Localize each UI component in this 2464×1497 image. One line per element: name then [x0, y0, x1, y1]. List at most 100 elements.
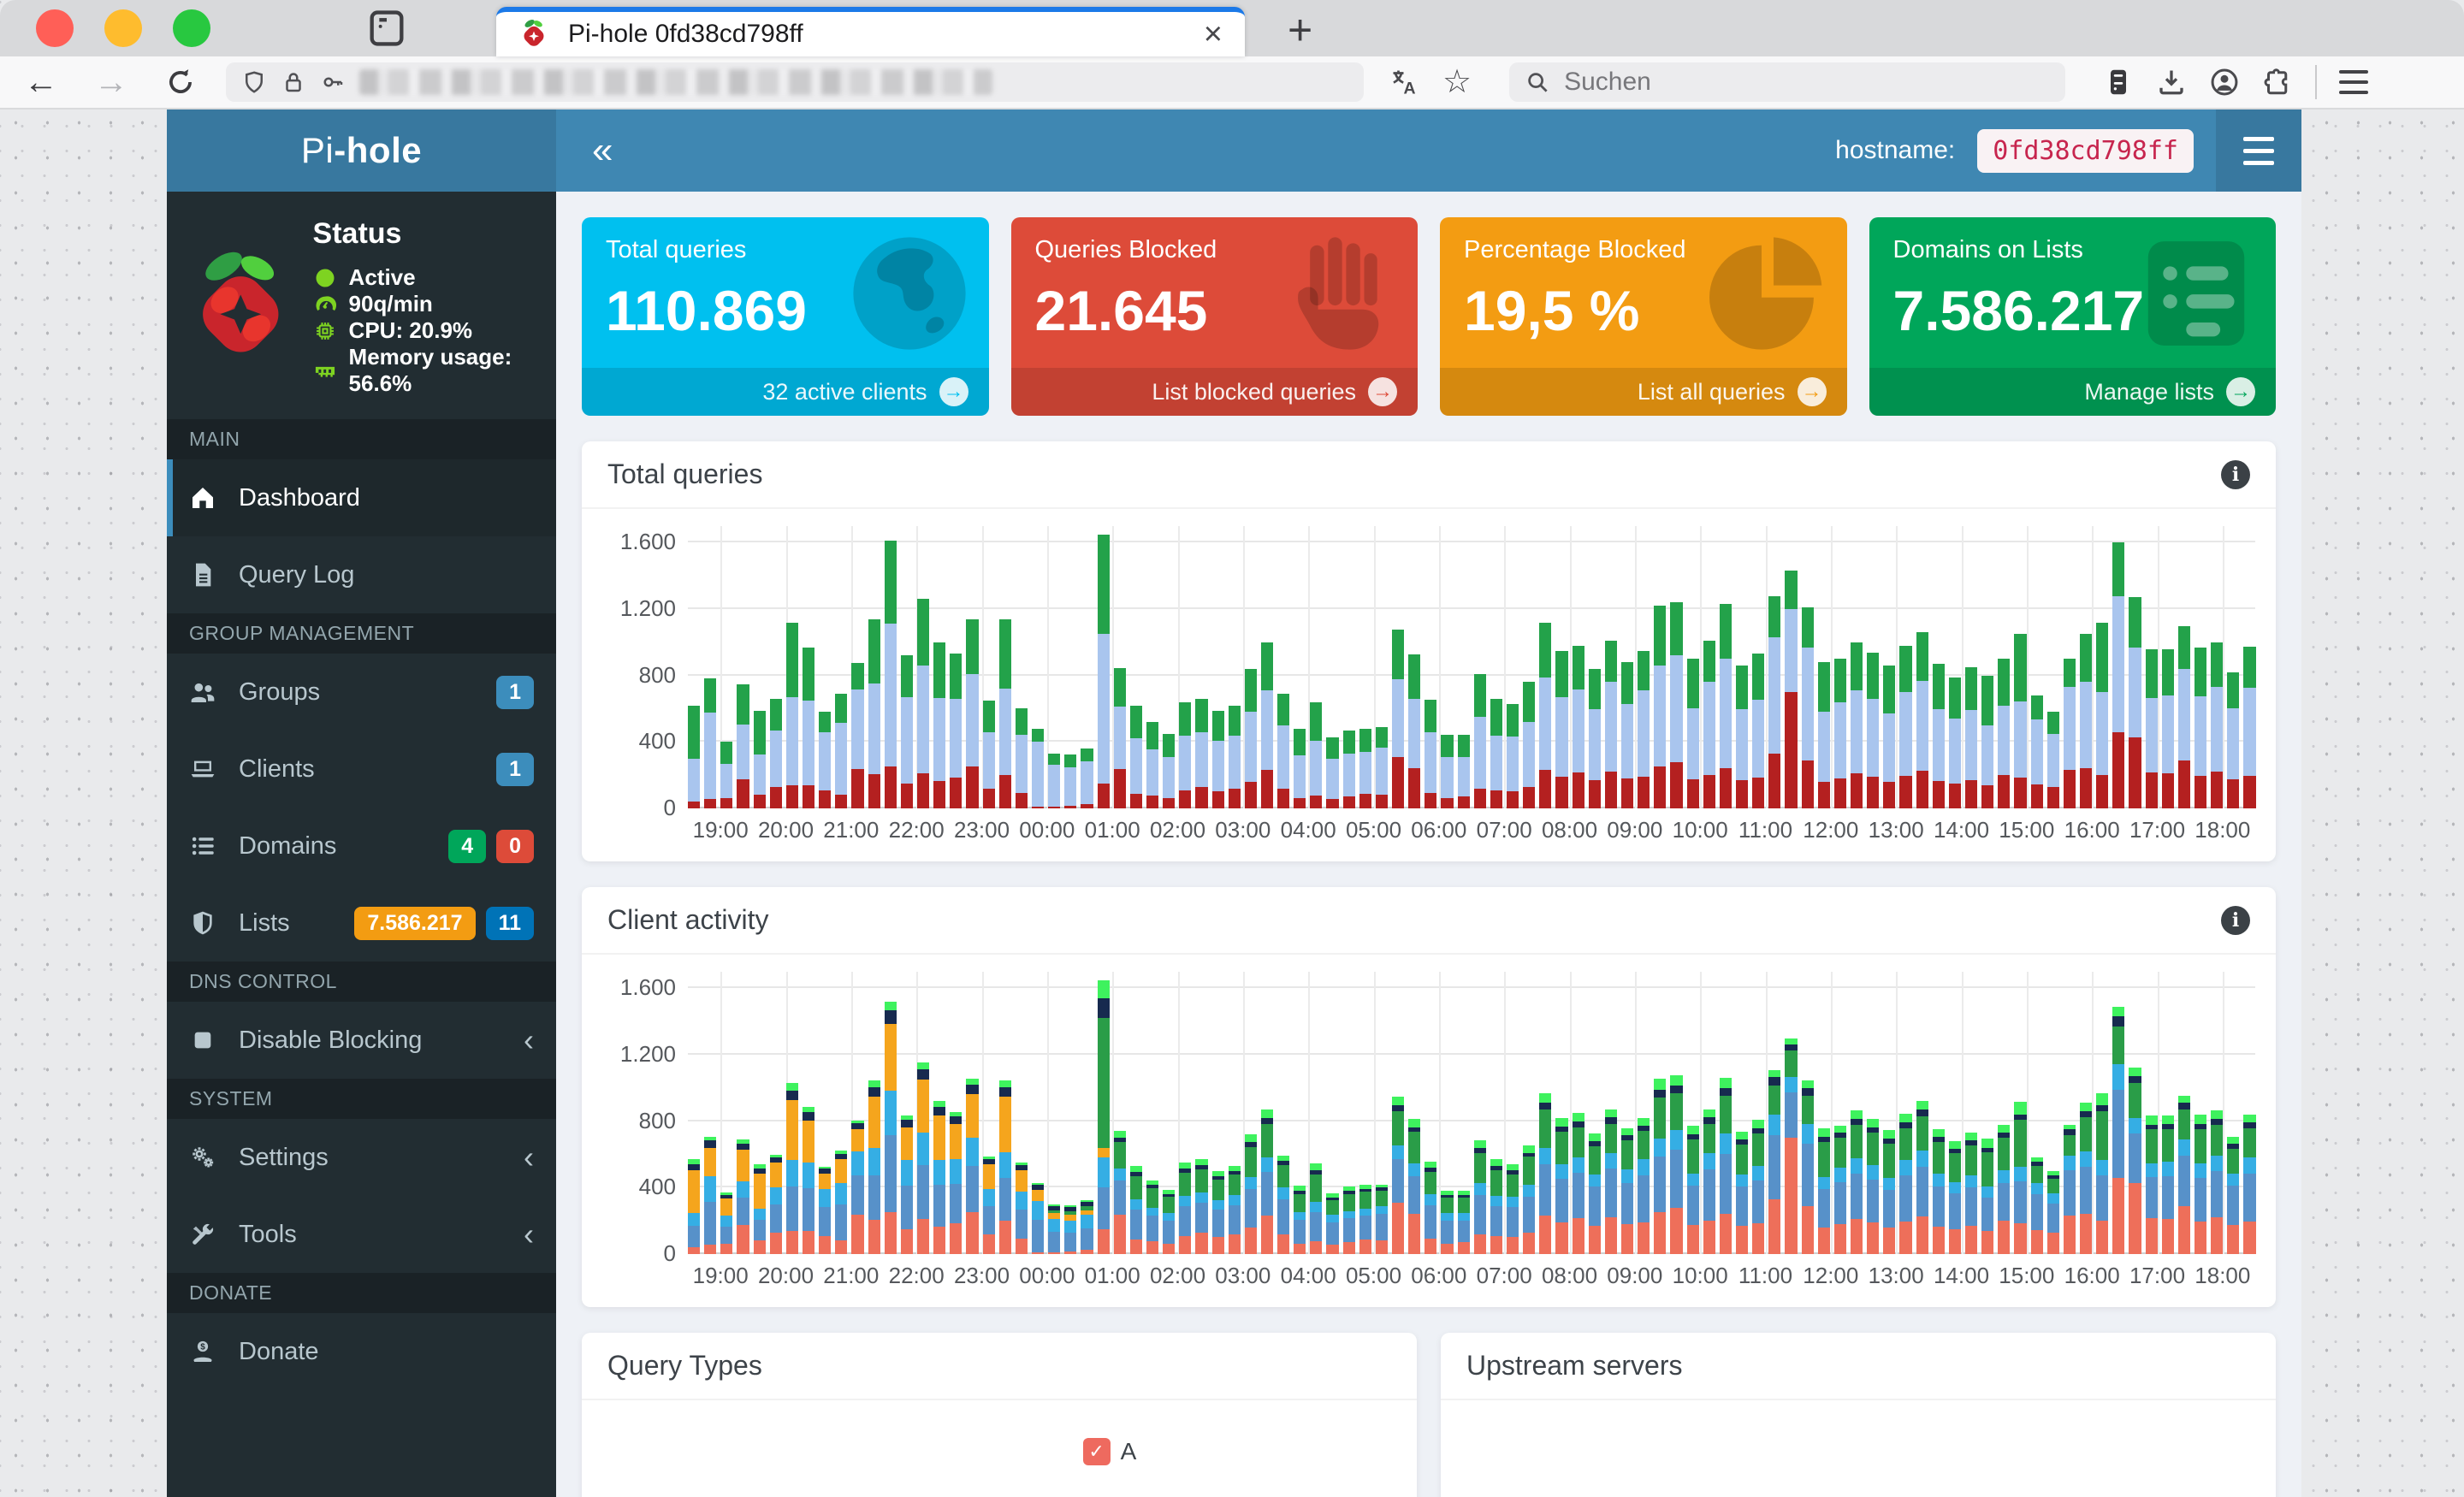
- card-percentage-blocked: Percentage Blocked 19,5 % List all queries…: [1440, 217, 1847, 416]
- sidebar-item-clients[interactable]: Clients 1: [167, 731, 556, 808]
- status-item: Active: [313, 264, 536, 291]
- chart-bar: [835, 1150, 848, 1254]
- reload-icon[interactable]: [164, 66, 197, 98]
- lock-icon[interactable]: [281, 69, 306, 95]
- status-item: 90q/min: [313, 291, 536, 317]
- sidebar-item-groups[interactable]: Groups 1: [167, 654, 556, 731]
- hand-icon: [1274, 229, 1402, 358]
- chart-bar: [1768, 1069, 1781, 1254]
- x-tick-label: 23:00: [953, 1263, 1010, 1288]
- sidebar-item-lists[interactable]: Lists 7.586.217 11: [167, 885, 556, 962]
- chart-bar: [2096, 622, 2109, 808]
- y-tick-label: 0: [663, 795, 676, 820]
- app-menu-icon[interactable]: [2216, 109, 2301, 192]
- sidebar-item-label: Dashboard: [239, 483, 360, 512]
- extensions-icon[interactable]: [2262, 67, 2293, 98]
- chart-bar: [1359, 1185, 1371, 1254]
- legend-item-A[interactable]: ✓ A: [1082, 1438, 1136, 1465]
- chart-bar: [1964, 667, 1978, 808]
- sidebar-item-label: Domains: [239, 831, 337, 860]
- info-icon[interactable]: i: [2221, 459, 2250, 489]
- shield-icon: [189, 909, 216, 937]
- chart-bar: [1359, 728, 1371, 808]
- new-tab-button[interactable]: +: [1288, 5, 1312, 55]
- pihole-favicon: [524, 20, 544, 46]
- chart-bar: [1883, 1130, 1896, 1254]
- x-tick-label: 11:00: [1738, 1263, 1793, 1288]
- chart-bar: [1260, 1109, 1274, 1254]
- chart-bar: [1948, 1141, 1961, 1254]
- chart-bar: [802, 1107, 815, 1254]
- x-tick-label: 13:00: [1868, 817, 1924, 843]
- chart-bar: [950, 1112, 962, 1254]
- brand-bold: -hole: [334, 130, 423, 170]
- chart-bar: [1310, 701, 1323, 808]
- chart-bar: [1342, 730, 1355, 808]
- panel-title: Client activity: [607, 904, 769, 935]
- sidebar-item-query-log[interactable]: Query Log: [167, 536, 556, 613]
- card-footer-link[interactable]: Manage lists →: [1869, 368, 2276, 416]
- legend-checkbox-icon[interactable]: ✓: [1082, 1438, 1111, 1465]
- sidebar-item-disable-blocking[interactable]: Disable Blocking ‹: [167, 1002, 556, 1079]
- browser-toolbar: ← → A ☆: [0, 56, 2464, 109]
- account-icon[interactable]: [2209, 67, 2240, 98]
- back-button[interactable]: ←: [24, 65, 58, 99]
- firefox-view-icon[interactable]: [364, 6, 409, 50]
- card-footer-link[interactable]: List all queries →: [1440, 368, 1847, 416]
- fullscreen-window-button[interactable]: [173, 9, 210, 47]
- search-input[interactable]: [1562, 67, 2011, 98]
- sidebar-item-donate[interactable]: $ Donate: [167, 1313, 556, 1390]
- card-footer-link[interactable]: List blocked queries →: [1010, 368, 1418, 416]
- forward-button[interactable]: →: [94, 65, 128, 99]
- chart-bar: [2079, 634, 2093, 808]
- minimize-window-button[interactable]: [104, 9, 142, 47]
- chart-bar: [1686, 659, 1699, 808]
- sidebar-section-header: MAIN: [167, 419, 556, 459]
- chart-bar: [1129, 1166, 1142, 1254]
- chevron-left-icon: ‹: [524, 1216, 534, 1251]
- sidebar-item-domains[interactable]: Domains 4 0: [167, 808, 556, 885]
- translate-icon[interactable]: A: [1389, 67, 1420, 98]
- chart-bar: [1294, 1186, 1306, 1254]
- chart-bar: [1638, 1117, 1650, 1254]
- sidebar-badges: 40: [448, 829, 534, 863]
- x-tick-label: 19:00: [692, 817, 749, 843]
- pie-icon: [1703, 229, 1832, 358]
- key-icon[interactable]: [320, 69, 346, 95]
- card-footer-link[interactable]: 32 active clients →: [582, 368, 989, 416]
- close-window-button[interactable]: [36, 9, 74, 47]
- info-icon[interactable]: i: [2221, 905, 2250, 935]
- bookmark-star-icon[interactable]: ☆: [1442, 66, 1472, 98]
- shield-icon[interactable]: [241, 69, 267, 95]
- svg-text:$: $: [200, 1343, 205, 1352]
- chart-bar: [1081, 1199, 1093, 1254]
- chart-bar: [1146, 1180, 1159, 1254]
- sidebar-item-tools[interactable]: Tools ‹: [167, 1196, 556, 1273]
- sidebar: Status Active 90q/min CPU: 20.9% Memory usa…: [167, 192, 556, 1497]
- pihole-logo[interactable]: Pi -hole: [167, 109, 556, 192]
- x-tick-label: 12:00: [1803, 817, 1859, 843]
- y-tick-label: 1.600: [619, 529, 676, 555]
- chart-bar: [950, 654, 962, 808]
- sidebar-item-settings[interactable]: Settings ‹: [167, 1119, 556, 1196]
- downloads-icon[interactable]: [2156, 67, 2187, 98]
- bars: [688, 526, 2256, 808]
- url-bar[interactable]: [226, 62, 1364, 102]
- status-item: CPU: 20.9%: [313, 317, 536, 344]
- chart-bar: [1195, 698, 1208, 808]
- browser-tab[interactable]: Pi-hole 0fd38cd798ff ×: [496, 7, 1245, 56]
- menu-icon[interactable]: [2339, 70, 2369, 94]
- sidebar-item-label: Tools: [239, 1220, 297, 1248]
- search-bar[interactable]: [1509, 62, 2066, 102]
- sidebar-section-header: DNS CONTROL: [167, 962, 556, 1002]
- x-tick-label: 00:00: [1019, 817, 1075, 843]
- library-extension-icon[interactable]: [2103, 67, 2134, 98]
- chart-bar: [2046, 712, 2059, 808]
- chart-bar: [2030, 1157, 2043, 1254]
- client-activity-chart: 0 400 800 1.200 1.600 19:00 20:00 21:00 22:00 23:…: [582, 955, 2276, 1307]
- chart-bar: [1654, 606, 1667, 808]
- chart-bar: [1097, 979, 1110, 1254]
- tab-close-icon[interactable]: ×: [1204, 18, 1223, 50]
- sidebar-item-dashboard[interactable]: Dashboard: [167, 459, 556, 536]
- sidebar-collapse-icon[interactable]: «: [592, 132, 613, 169]
